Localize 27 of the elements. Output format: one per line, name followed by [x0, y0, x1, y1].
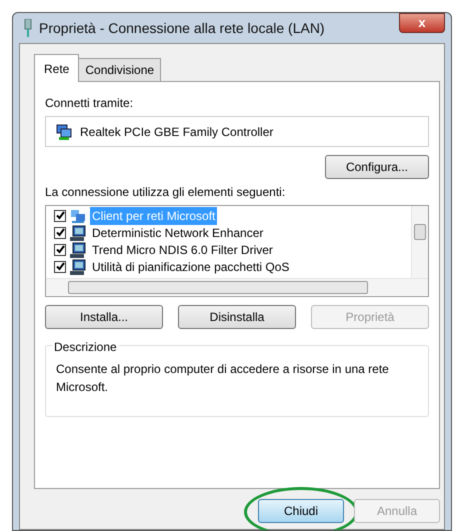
network-plug-icon — [23, 19, 33, 37]
network-adapter-icon — [56, 124, 72, 140]
computer-icon — [70, 242, 86, 258]
horizontal-scrollbar[interactable] — [46, 278, 428, 295]
network-computers-icon — [70, 208, 86, 224]
list-item[interactable]: Utilità di pianificazione pacchetti QoS — [90, 258, 292, 276]
close-dialog-button[interactable]: Chiudi — [258, 499, 344, 523]
tab[interactable]: Condivisione — [78, 58, 162, 81]
computer-icon — [70, 224, 86, 240]
action-button[interactable]: Disinstalla — [178, 305, 296, 329]
computer-icon — [70, 258, 86, 274]
checkbox[interactable] — [54, 244, 66, 256]
checkbox[interactable] — [54, 210, 66, 222]
close-button[interactable]: x — [399, 13, 445, 33]
checkbox[interactable] — [54, 226, 66, 238]
action-button[interactable]: Installa... — [45, 305, 163, 329]
vertical-scrollbar[interactable] — [411, 206, 428, 278]
tab[interactable]: Rete — [34, 54, 80, 82]
list-item[interactable]: Deterministic Network Enhancer — [90, 224, 266, 242]
description-text: Consente al proprio computer di accedere a risorse in una rete Microsoft. — [56, 361, 390, 396]
checkbox[interactable] — [54, 260, 66, 272]
section-label: Connetti tramite: — [45, 95, 134, 112]
list-item[interactable]: Trend Micro NDIS 6.0 Filter Driver — [90, 240, 275, 258]
section-label: La connessione utilizza gli elementi seguenti: — [45, 184, 286, 201]
configure-button[interactable]: Configura... — [325, 155, 429, 179]
window-title: Proprietà - Connessione alla rete locale (LAN) — [39, 18, 325, 38]
adapter-name: Realtek PCIe GBE Family Controller — [80, 124, 274, 140]
